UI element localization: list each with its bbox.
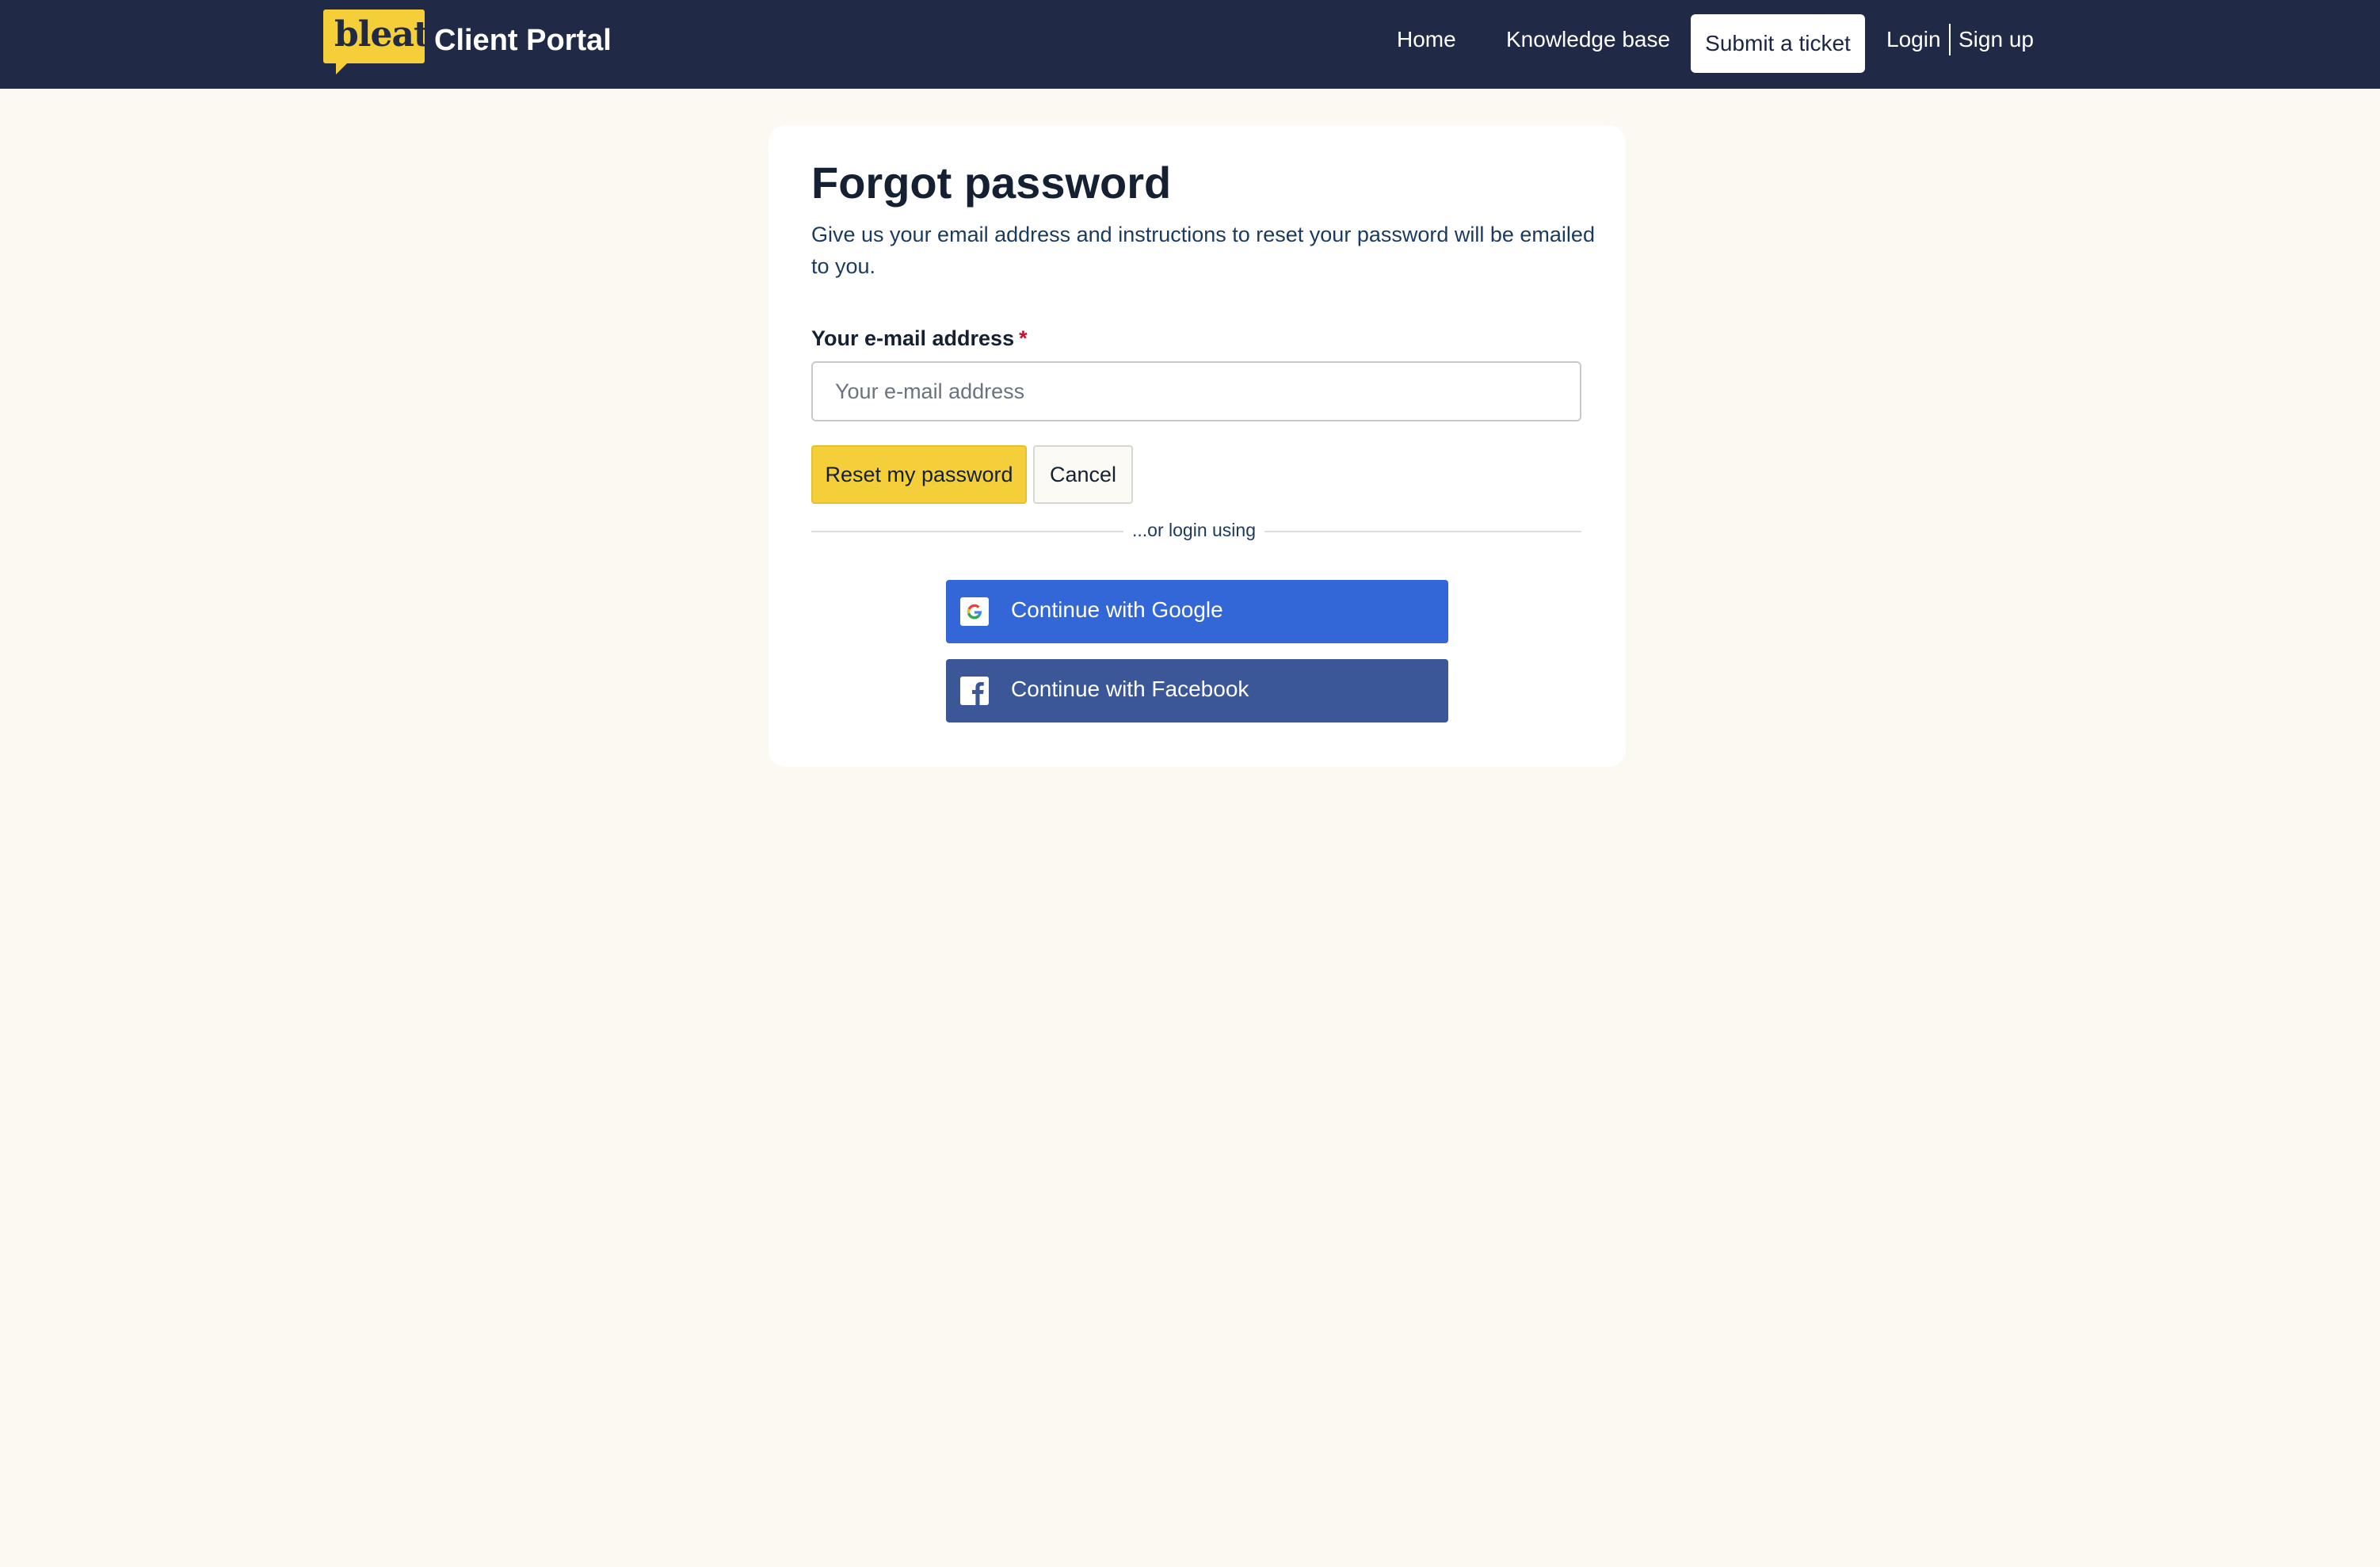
continue-with-facebook-button[interactable]: Continue with Facebook [946, 659, 1448, 722]
cancel-button[interactable]: Cancel [1033, 445, 1133, 504]
submit-ticket-button[interactable]: Submit a ticket [1691, 14, 1865, 73]
email-field-label: Your e-mail address * [811, 326, 1028, 351]
nav-knowledge-base-link[interactable]: Knowledge base [1506, 27, 1670, 52]
forgot-password-card: Forgot password Give us your email addre… [769, 125, 1626, 767]
google-button-label: Continue with Google [1011, 597, 1223, 622]
facebook-icon [960, 677, 989, 705]
divider-text: ...or login using [1132, 520, 1256, 540]
logo-text: bleat [334, 14, 429, 55]
google-icon [960, 597, 989, 626]
facebook-button-label: Continue with Facebook [1011, 677, 1249, 701]
nav-divider [1949, 24, 1951, 55]
reset-password-button[interactable]: Reset my password [811, 445, 1027, 504]
bleat-logo[interactable]: bleat [323, 10, 429, 74]
divider-line-right [1264, 531, 1581, 532]
nav-signup-link[interactable]: Sign up [1959, 27, 2034, 52]
portal-title[interactable]: Client Portal [434, 24, 612, 58]
top-navigation-bar: bleat Client Portal Home Knowledge base … [0, 0, 2380, 89]
email-label-text: Your e-mail address [811, 326, 1015, 350]
continue-with-google-button[interactable]: Continue with Google [946, 580, 1448, 643]
required-marker: * [1019, 326, 1028, 350]
form-description: Give us your email address and instructi… [811, 223, 1595, 278]
nav-login-link[interactable]: Login [1886, 27, 1941, 52]
logo-speech-tail [336, 62, 349, 74]
divider-line-left [811, 531, 1123, 532]
nav-home-link[interactable]: Home [1397, 27, 1456, 52]
page-title: Forgot password [811, 158, 1172, 208]
email-field[interactable] [811, 361, 1581, 421]
